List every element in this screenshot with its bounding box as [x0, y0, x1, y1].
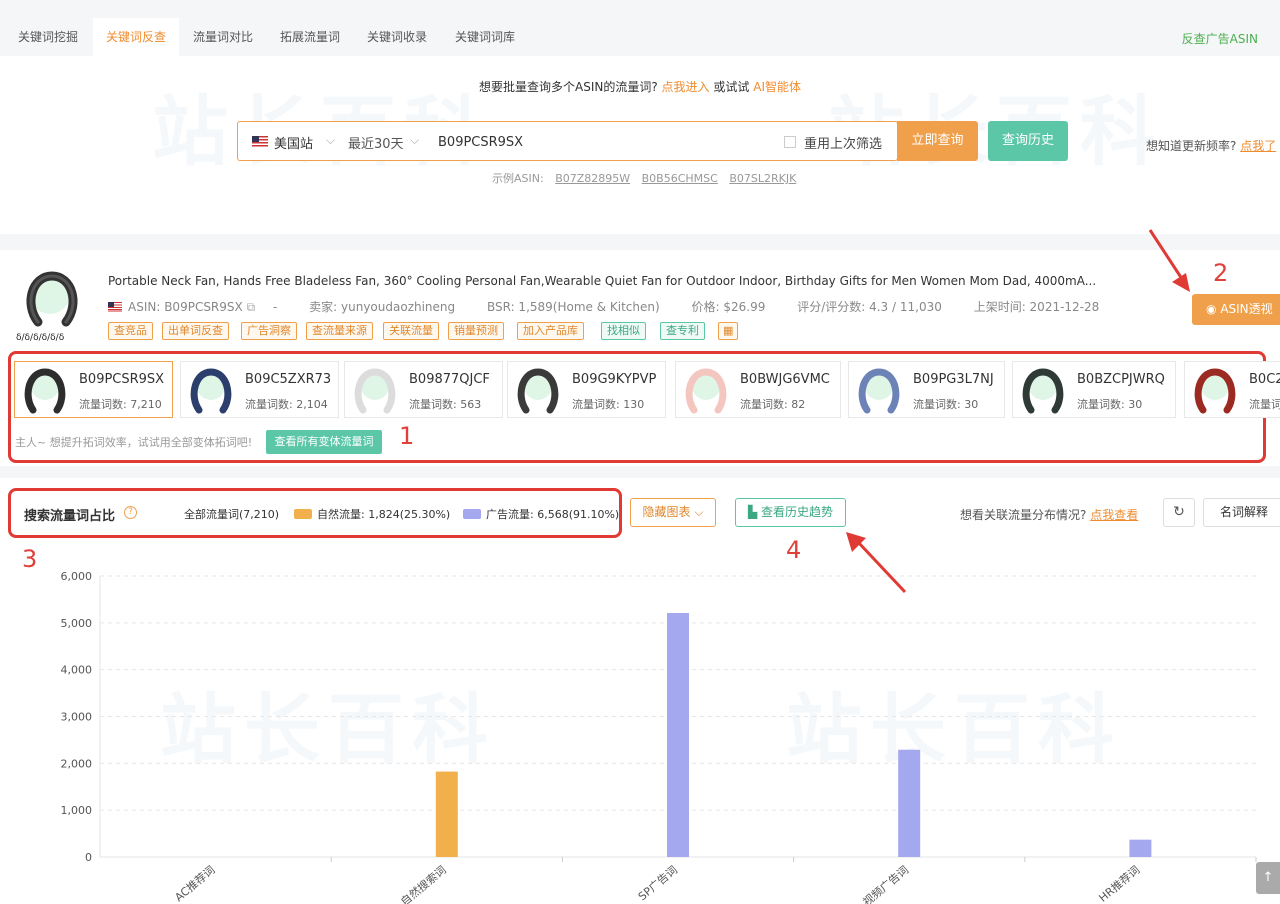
bar-chart-icon: ▙: [747, 505, 758, 519]
x-tick-label: AC推荐词: [172, 863, 218, 904]
variant-image: [685, 368, 727, 414]
variant-card[interactable]: B09PG3L7NJ 流量词数: 30: [848, 361, 1005, 418]
bar-ad-4: [1129, 839, 1152, 857]
variant-card[interactable]: B09PCSR9SX 流量词数: 7,210: [14, 361, 173, 418]
variant-image: [190, 368, 232, 414]
chart-bars: [435, 612, 1152, 857]
variant-image: [1194, 368, 1236, 414]
legend-ad[interactable]: 广告流量: 6,568(91.10%): [463, 506, 619, 522]
related-traffic-link[interactable]: 点我查看: [1090, 508, 1138, 522]
chevron-down-icon: ⌵: [694, 505, 704, 519]
variant-count: 流量词数: 2,104: [245, 398, 328, 411]
y-tick-label: 4,000: [61, 664, 93, 677]
legend-all: 全部流量词(7,210): [184, 508, 280, 521]
y-tick-label: 2,000: [61, 757, 93, 770]
y-tick-label: 5,000: [61, 617, 93, 630]
y-axis-ticks: 0 1,000 2,000 3,000 4,000 5,000 6,000: [61, 570, 93, 864]
variant-card[interactable]: B0BWJG6VMC 流量词数: 82: [675, 361, 841, 418]
variant-card[interactable]: B09877QJCF 流量词数: 563: [344, 361, 503, 418]
variant-count: 流量词数: 563: [409, 398, 482, 411]
variant-count: 流量词数: 30: [913, 398, 979, 411]
variant-card[interactable]: B0BZCPJWRQ 流量词数: 30: [1012, 361, 1176, 418]
view-history-trend-button[interactable]: ▙ 查看历史趋势: [735, 498, 846, 527]
variant-card[interactable]: B09G9KYPVP 流量词数: 130: [507, 361, 666, 418]
annotation-1: 1: [399, 422, 415, 450]
bar-ad-3: [898, 749, 921, 857]
variant-image: [858, 368, 900, 414]
variant-count: 流量词数: 7,210: [79, 398, 162, 411]
variant-asin: B09G9KYPVP: [572, 372, 657, 387]
legend-natural[interactable]: 自然流量: 1,824(25.30%): [294, 506, 450, 522]
variant-asin: B09C5ZXR73: [245, 372, 332, 387]
legend-swatch-natural: [294, 509, 312, 519]
variant-count: 流量词数: 82: [740, 398, 806, 411]
x-tick-label: 自然搜索词: [398, 863, 449, 904]
variant-card[interactable]: B09C5ZXR73 流量词数: 2,104: [180, 361, 339, 418]
variant-image: [517, 368, 559, 414]
variant-count: 流量词数: 130: [572, 398, 645, 411]
variant-image: [24, 368, 66, 414]
y-tick-label: 1,000: [61, 804, 93, 817]
annotation-2: 2: [1213, 259, 1229, 287]
bar-ad-2: [667, 612, 689, 857]
traffic-bar-chart: 0 1,000 2,000 3,000 4,000 5,000 6,000 AC推荐词 自然搜…: [61, 570, 1257, 904]
x-tick-label: SP广告词: [636, 863, 680, 903]
x-axis-ticks: AC推荐词 自然搜索词 SP广告词 视频广告词 HR推荐词: [172, 863, 1143, 904]
variant-image: [354, 368, 396, 414]
chart-title: 搜索流量词占比: [24, 509, 116, 524]
y-tick-label: 0: [85, 851, 92, 864]
variant-asin: B09877QJCF: [409, 372, 490, 387]
hide-chart-button[interactable]: 隐藏图表 ⌵: [630, 498, 716, 527]
x-tick-label: HR推荐词: [1096, 863, 1142, 904]
legend-swatch-ad: [463, 509, 481, 519]
section-divider: [0, 466, 1280, 478]
variant-asin: B0C2: [1249, 372, 1280, 387]
variant-image: [1022, 368, 1064, 414]
variant-asin: B0BZCPJWRQ: [1077, 372, 1165, 387]
related-traffic-tip: 想看关联流量分布情况? 点我查看: [960, 508, 1139, 522]
view-all-variants-button[interactable]: 查看所有变体流量词: [266, 430, 382, 454]
y-tick-label: 3,000: [61, 711, 93, 724]
glossary-button[interactable]: 名词解释: [1203, 498, 1280, 527]
bar-natural-1: [435, 771, 458, 857]
variant-asin: B09PCSR9SX: [79, 372, 165, 387]
variant-card[interactable]: B0C2 流量词: [1184, 361, 1280, 418]
refresh-icon[interactable]: ↻: [1163, 498, 1195, 527]
variant-asin: B09PG3L7NJ: [913, 372, 994, 387]
variant-asin: B0BWJG6VMC: [740, 372, 830, 387]
variant-count: 流量词: [1249, 398, 1280, 411]
x-tick-label: 视频广告词: [860, 863, 911, 904]
variant-hint: 主人~ 想提升拓词效率，试试用全部变体拓词吧!: [15, 436, 253, 449]
help-icon[interactable]: ?: [124, 506, 137, 519]
y-tick-label: 6,000: [61, 570, 93, 583]
variant-count: 流量词数: 30: [1077, 398, 1143, 411]
back-to-top-icon[interactable]: ↑: [1256, 862, 1280, 894]
